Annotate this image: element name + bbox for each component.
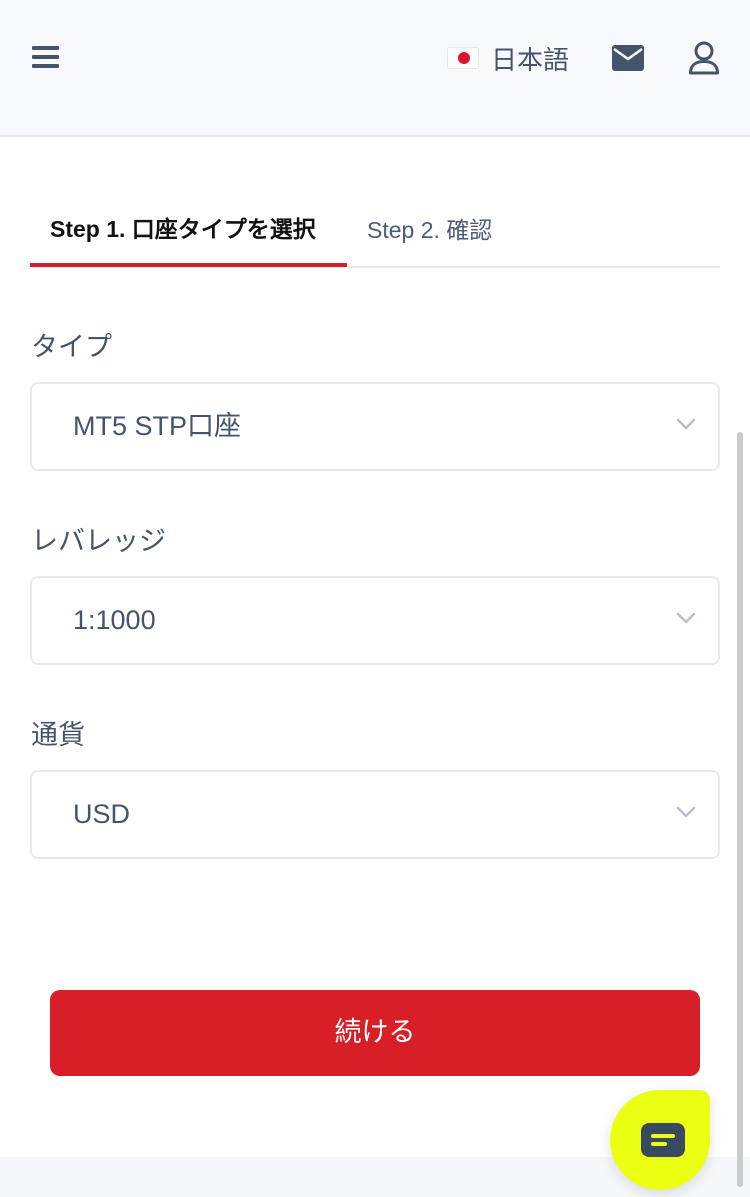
type-select[interactable]: MT5 STP口座 xyxy=(30,382,720,471)
tab-step-1[interactable]: Step 1. 口座タイプを選択 xyxy=(30,190,347,267)
menu-icon[interactable] xyxy=(32,44,60,70)
mail-icon[interactable] xyxy=(612,45,644,71)
type-select-value: MT5 STP口座 xyxy=(73,411,242,441)
type-label: タイプ xyxy=(31,332,112,363)
chevron-down-icon xyxy=(676,612,696,624)
currency-select[interactable]: USD xyxy=(30,770,720,859)
chat-button[interactable] xyxy=(610,1090,710,1190)
scrollbar[interactable] xyxy=(737,432,743,1187)
page: 日本語 Step 1. 口座タイプを選択 Step 2. 確認 タイプ MT5 … xyxy=(0,0,750,1197)
step-tabs: Step 1. 口座タイプを選択 Step 2. 確認 xyxy=(30,190,720,268)
leverage-select[interactable]: 1:1000 xyxy=(30,576,720,665)
chevron-down-icon xyxy=(676,806,696,818)
chat-icon xyxy=(641,1123,685,1157)
user-icon[interactable] xyxy=(688,41,720,75)
language-selector[interactable]: 日本語 xyxy=(447,40,569,76)
language-label: 日本語 xyxy=(491,45,570,76)
japan-flag-icon xyxy=(447,47,479,69)
header: 日本語 xyxy=(0,0,750,137)
continue-button[interactable]: 続ける xyxy=(50,990,700,1076)
currency-label: 通貨 xyxy=(31,720,85,751)
leverage-select-value: 1:1000 xyxy=(73,605,156,635)
chevron-down-icon xyxy=(676,418,696,430)
currency-select-value: USD xyxy=(73,799,131,829)
leverage-label: レバレッジ xyxy=(31,526,166,557)
tab-step-2[interactable]: Step 2. 確認 xyxy=(367,190,492,266)
